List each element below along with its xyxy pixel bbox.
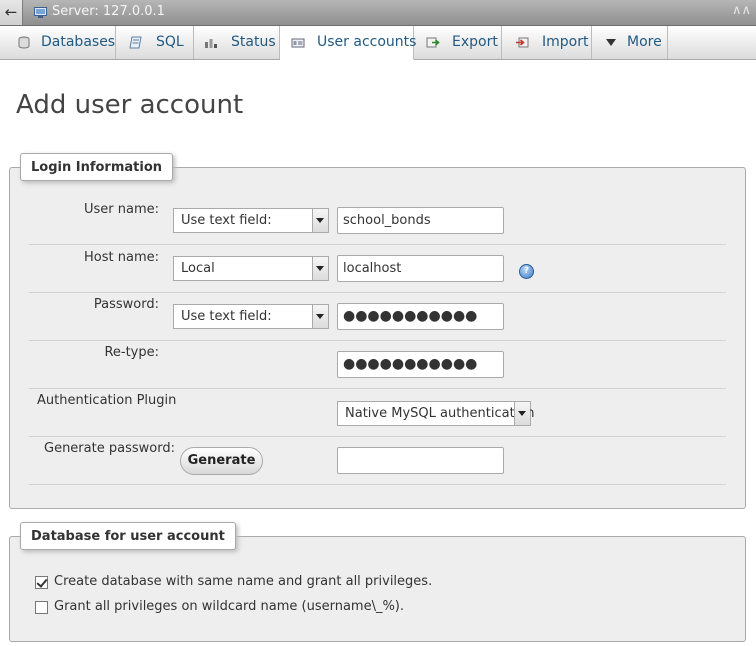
generated-password-input[interactable] (337, 447, 504, 474)
tab-databases[interactable]: Databases (0, 26, 116, 59)
tab-label: More (627, 34, 662, 50)
divider (29, 292, 726, 293)
chevron-down-icon (312, 209, 328, 232)
tab-label: Export (452, 34, 498, 50)
user-name-label: User name: (83, 202, 159, 217)
wildcard-privileges-checkbox[interactable] (35, 601, 48, 614)
database-for-user-legend: Database for user account (20, 522, 236, 550)
password-input[interactable]: ●●●●●●●●●●● (337, 303, 504, 330)
chevron-down-icon (606, 39, 616, 46)
main-tabs: Databases SQL Status User accounts Expor… (0, 26, 756, 60)
tab-import[interactable]: Import (502, 26, 592, 59)
user-accounts-icon (291, 38, 305, 48)
select-value: Native MySQL authentication (345, 406, 535, 421)
auth-plugin-label: Authentication Plugin (37, 393, 177, 408)
host-name-label: Host name: (84, 250, 159, 265)
database-icon (18, 36, 30, 49)
create-database-label[interactable]: Create database with same name and grant… (54, 574, 432, 589)
tab-label: Status (231, 34, 276, 50)
divider (29, 436, 726, 437)
tab-label: Import (542, 34, 589, 50)
divider (29, 484, 726, 485)
tab-label: User accounts (317, 34, 417, 50)
database-for-user-fieldset (9, 536, 746, 642)
server-breadcrumb[interactable]: Server: 127.0.0.1 (52, 4, 165, 19)
host-name-input[interactable]: localhost (337, 255, 504, 282)
back-arrow-icon[interactable]: ← (0, 0, 23, 25)
generate-password-label: Generate password: (44, 441, 175, 456)
select-value: Use text field: (181, 309, 272, 324)
help-icon[interactable]: ? (519, 264, 534, 279)
status-icon (205, 39, 217, 48)
export-icon (426, 37, 440, 48)
tab-export[interactable]: Export (414, 26, 502, 59)
divider (29, 388, 726, 389)
divider (29, 340, 726, 341)
tab-sql[interactable]: SQL (116, 26, 194, 59)
auth-plugin-select[interactable]: Native MySQL authentication (337, 401, 535, 426)
tab-user-accounts[interactable]: User accounts (280, 26, 417, 60)
user-name-type-select[interactable]: Use text field: (173, 208, 329, 233)
collapse-icon[interactable]: ∧∧ (732, 3, 751, 18)
tab-label: SQL (156, 34, 184, 50)
import-icon (516, 37, 529, 48)
create-database-checkbox[interactable] (35, 576, 48, 589)
generate-button[interactable]: Generate (180, 447, 263, 475)
password-type-select[interactable]: Use text field: (173, 304, 329, 329)
divider (29, 244, 726, 245)
wildcard-privileges-label[interactable]: Grant all privileges on wildcard name (u… (54, 599, 404, 614)
password-label: Password: (93, 297, 159, 312)
sql-icon (129, 36, 142, 49)
select-value: Use text field: (181, 213, 272, 228)
chevron-down-icon (312, 257, 328, 280)
select-value: Local (181, 261, 215, 276)
retype-label: Re-type: (104, 345, 159, 360)
login-information-legend: Login Information (20, 153, 174, 181)
page-title: Add user account (16, 90, 244, 120)
host-name-type-select[interactable]: Local (173, 256, 329, 281)
server-icon (34, 7, 47, 18)
chevron-down-icon (514, 402, 530, 425)
server-bar: ← Server: 127.0.0.1 ∧∧ (0, 0, 756, 26)
tab-status[interactable]: Status (194, 26, 280, 59)
tab-more[interactable]: More (592, 26, 668, 59)
retype-password-input[interactable]: ●●●●●●●●●●● (337, 351, 504, 378)
tab-label: Databases (41, 34, 116, 50)
chevron-down-icon (312, 305, 328, 328)
user-name-input[interactable]: school_bonds (337, 207, 504, 234)
